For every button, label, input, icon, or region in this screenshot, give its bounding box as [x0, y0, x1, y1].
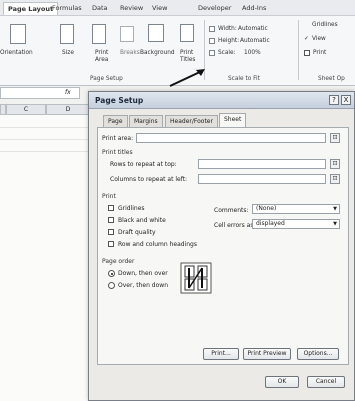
tab-review[interactable]: Review [120, 4, 143, 12]
print-area-input[interactable] [136, 133, 326, 143]
cols-repeat-label: Columns to repeat at left: [110, 176, 188, 183]
print-titles-label-2[interactable]: Titles [180, 57, 195, 63]
gridlines-print-checkbox[interactable] [304, 50, 310, 56]
ok-button[interactable]: OK [265, 376, 299, 388]
cancel-button[interactable]: Cancel [307, 376, 345, 388]
scale-to-fit-group-label: Scale to Fit [228, 76, 260, 82]
height-dropdown[interactable]: Automatic [240, 38, 270, 44]
print-titles-label-1[interactable]: Print [180, 50, 193, 56]
tab-sheet[interactable]: Sheet [219, 113, 247, 127]
tab-page-layout[interactable]: Page Layout [3, 2, 59, 15]
background-icon[interactable] [148, 24, 164, 42]
height-icon [209, 38, 215, 44]
tab-data[interactable]: Data [92, 4, 108, 12]
width-label: Width: [218, 26, 237, 32]
tab-formulas[interactable]: Formulas [52, 4, 82, 12]
down-then-over-radio[interactable] [108, 270, 115, 277]
rows-repeat-collapse-icon[interactable]: ⊡ [330, 159, 340, 169]
column-header-c[interactable]: C [6, 104, 46, 115]
cols-repeat-input[interactable] [198, 174, 326, 184]
print-area-label: Print area: [102, 135, 134, 142]
print-area-collapse-icon[interactable]: ⊡ [330, 133, 340, 143]
chevron-down-icon: ▼ [333, 221, 337, 227]
close-button[interactable]: X [341, 95, 351, 105]
gridlines-checkbox[interactable] [108, 205, 114, 211]
page-setup-dialog: Page Setup ? X Page Margins Header/Foote… [88, 91, 355, 401]
print-area-icon[interactable] [92, 24, 106, 44]
rows-repeat-label: Rows to repeat at top: [110, 161, 177, 168]
cell-errors-dropdown[interactable]: displayed ▼ [252, 219, 340, 229]
sheet-tab-panel: Print area: ⊡ Print titles Rows to repea… [97, 127, 349, 365]
breaks-icon[interactable] [120, 26, 134, 42]
rows-repeat-input[interactable] [198, 159, 326, 169]
cell-errors-label: Cell errors as: [214, 222, 256, 229]
row-col-headings-label: Row and column headings [118, 241, 197, 248]
ribbon-tab-strip: Page Layout Formulas Data Review View De… [0, 0, 355, 16]
gridlines-view-checkbox[interactable]: ✓ [304, 36, 309, 42]
page-setup-group-label: Page Setup [90, 76, 123, 82]
orientation-button[interactable]: Orientation [0, 50, 33, 56]
gridlines-view-label: View [312, 36, 326, 42]
options-button[interactable]: Options... [297, 348, 339, 360]
chevron-down-icon: ▼ [333, 206, 337, 212]
dialog-titlebar[interactable]: Page Setup ? X [89, 92, 354, 109]
height-label: Height: [218, 38, 240, 44]
cols-repeat-collapse-icon[interactable]: ⊡ [330, 174, 340, 184]
draft-quality-label: Draft quality [118, 229, 156, 236]
page-order-preview-icon [180, 262, 212, 294]
print-section: Print [102, 193, 116, 200]
print-preview-button[interactable]: Print Preview [243, 348, 291, 360]
print-titles-section: Print titles [102, 149, 133, 156]
draft-quality-checkbox[interactable] [108, 229, 114, 235]
annotation-arrow [169, 69, 205, 87]
print-button[interactable]: Print... [203, 348, 239, 360]
size-icon[interactable] [60, 24, 74, 44]
tab-margins[interactable]: Margins [129, 115, 163, 127]
help-button[interactable]: ? [329, 95, 339, 105]
column-header-d[interactable]: D [46, 104, 90, 115]
print-area-label-1[interactable]: Print [95, 50, 108, 56]
tab-header-footer[interactable]: Header/Footer [165, 115, 218, 127]
tab-developer[interactable]: Developer [198, 4, 231, 12]
page-order-section: Page order [102, 258, 135, 265]
ribbon-divider-2 [298, 20, 299, 80]
gridlines-label: Gridlines [118, 205, 145, 212]
scale-icon [209, 50, 215, 56]
over-then-down-label: Over, then down [118, 282, 168, 289]
print-titles-icon[interactable] [180, 24, 194, 42]
tab-view[interactable]: View [152, 4, 167, 12]
black-and-white-label: Black and white [118, 217, 166, 224]
width-icon [209, 26, 215, 32]
tab-add-ins[interactable]: Add-Ins [242, 4, 266, 12]
sheet-options-group-label: Sheet Op [318, 76, 345, 82]
scale-spinner[interactable]: 100% [244, 50, 261, 56]
print-area-label-2[interactable]: Area [95, 57, 108, 63]
grid-line [0, 127, 90, 128]
breaks-button[interactable]: Breaks [120, 50, 140, 56]
name-box[interactable]: fx [0, 87, 80, 99]
grid-line [0, 151, 90, 152]
dialog-title: Page Setup [95, 96, 144, 105]
scale-label: Scale: [218, 50, 236, 56]
fx-icon[interactable]: fx [65, 89, 71, 96]
background-button[interactable]: Background [140, 50, 175, 56]
comments-label: Comments: [214, 207, 249, 214]
comments-dropdown[interactable]: (None) ▼ [252, 204, 340, 214]
row-col-headings-checkbox[interactable] [108, 241, 114, 247]
grid-line [0, 139, 90, 140]
tab-page[interactable]: Page [103, 115, 128, 127]
worksheet-grid[interactable] [0, 115, 90, 401]
orientation-icon[interactable] [10, 24, 26, 44]
comments-value: (None) [256, 205, 277, 212]
black-and-white-checkbox[interactable] [108, 217, 114, 223]
cell-errors-value: displayed [256, 220, 285, 227]
gridlines-print-label: Print [313, 50, 327, 56]
width-dropdown[interactable]: Automatic [238, 26, 268, 32]
size-button[interactable]: Size [62, 50, 74, 56]
down-then-over-label: Down, then over [118, 270, 168, 277]
over-then-down-radio[interactable] [108, 282, 115, 289]
gridlines-option-label: Gridlines [312, 22, 338, 28]
